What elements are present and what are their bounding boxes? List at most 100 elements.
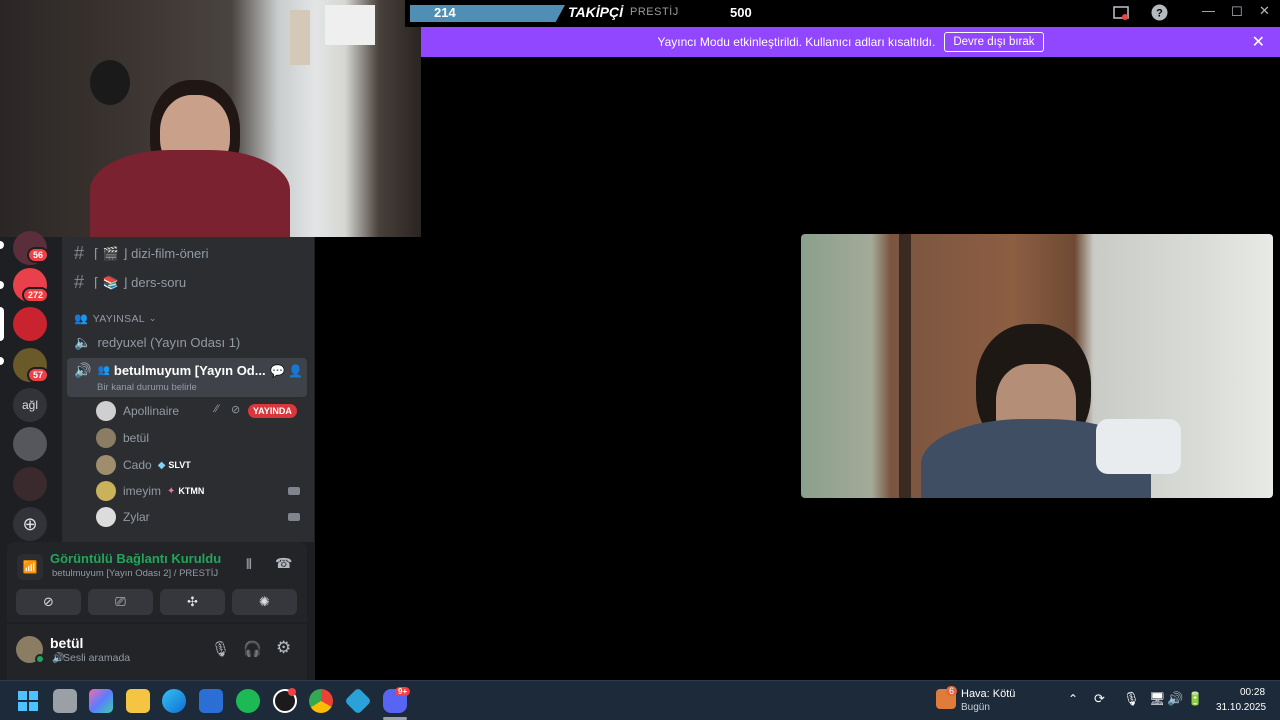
screen: 214 TAKİPÇİ PRESTİJ 500 ? — ☐ ✕ Yayıncı … [0, 0, 1280, 720]
clock-time[interactable]: 00:28 [1240, 687, 1265, 698]
edge-icon[interactable] [162, 689, 186, 713]
channel-label: betulmuyum [Yayın Od... [113, 363, 266, 378]
live-badge: YAYINDA [248, 404, 297, 418]
avatar [96, 507, 116, 527]
user-panel: betül 🔊 Sesli aramada 🎙 🎧 ⚙ [7, 624, 307, 680]
screen-share-icon: ⎚ [115, 594, 126, 609]
close-icon[interactable]: ✕ [1252, 32, 1265, 52]
speaker-icon: 🔊 [74, 362, 92, 378]
guild-tag: KTMN [178, 486, 205, 496]
headphones-icon[interactable]: 🎧 [243, 640, 262, 658]
user-name: betül [123, 431, 150, 445]
window-close-icon[interactable]: ✕ [1259, 3, 1270, 19]
disconnect-icon[interactable]: ☎ [275, 555, 292, 572]
voice-user[interactable]: imeyim ✦ KTMN [96, 480, 204, 502]
channel-list: # ⌈ 🎬 ⌋ dizi-film-öneri # ⌈ 📚 ⌋ ders-sor… [62, 237, 314, 542]
voice-channel-active-row[interactable]: 🔊 👥 betulmuyum [Yayın Od... [74, 362, 266, 379]
plush-toy [90, 60, 130, 105]
camera-icon [288, 513, 300, 521]
weather-sub: Bugün [961, 702, 990, 713]
user-name[interactable]: betül [50, 635, 83, 651]
voice-status[interactable]: Görüntülü Bağlantı Kuruldu [50, 551, 221, 566]
server-icon-3[interactable] [13, 307, 47, 341]
server-icon-5[interactable]: ağl [13, 388, 47, 422]
task-view-icon[interactable] [53, 689, 77, 713]
follower-goal: 500 [730, 5, 752, 20]
guild-tag-icon: ◆ [157, 459, 166, 471]
user-name: Cado [123, 458, 152, 472]
selected-indicator [0, 307, 4, 341]
follower-label: TAKİPÇİ [568, 4, 623, 20]
user-name: Apollinaire [123, 404, 180, 418]
channel-dizi-film-oneri[interactable]: # ⌈ 🎬 ⌋ dizi-film-öneri [74, 243, 208, 264]
online-status-icon [35, 654, 45, 664]
copilot-icon[interactable] [89, 689, 113, 713]
clock-date[interactable]: 31.10.2025 [1216, 702, 1266, 713]
taskbar: 9+ 6 Hava: Kötü Bugün ⌃ ⟳ 🎙 🖥 🔊 🔋 00:28 … [0, 680, 1280, 720]
add-member-icon[interactable]: 👤 [288, 364, 303, 378]
sync-icon[interactable]: ⟳ [1094, 691, 1105, 707]
activities-button[interactable]: ✣ [160, 589, 225, 615]
maximize-icon[interactable]: ☐ [1231, 4, 1243, 20]
network-icon[interactable]: 🖥 [1149, 691, 1166, 707]
microphone-arm [1096, 419, 1181, 474]
volume-icon[interactable]: 🔊 [1167, 691, 1183, 707]
banner-message: Yayıncı Modu etkinleştirildi. Kullanıcı … [657, 35, 936, 49]
voice-user[interactable]: betül [96, 427, 149, 449]
microphone-icon[interactable]: 🎙 [1123, 691, 1140, 707]
unread-indicator [0, 241, 4, 249]
voice-user[interactable]: Apollinaire [96, 400, 179, 422]
hash-icon: # [74, 243, 85, 263]
svg-text:?: ? [1156, 8, 1163, 20]
voice-user[interactable]: Cado ◆ SLVT [96, 454, 191, 476]
inbox-icon[interactable] [1112, 4, 1130, 25]
mic-muted-icon: ⁄⁄ [215, 403, 219, 415]
disable-streamer-mode-button[interactable]: Devre dışı bırak [944, 32, 1044, 52]
camera-off-icon: ⊘ [43, 594, 54, 609]
weather-title[interactable]: Hava: Kötü [961, 688, 1015, 700]
add-server-button[interactable]: ⊕ [13, 507, 47, 541]
signal-icon[interactable]: 📶 [17, 554, 43, 580]
discord-badge: 9+ [395, 687, 411, 696]
door-edge [899, 234, 911, 498]
soundboard-button[interactable]: ✺ [232, 589, 297, 615]
channel-ders-soru[interactable]: # ⌈ 📚 ⌋ ders-soru [74, 272, 186, 293]
category-label: YAYINSAL [92, 312, 145, 325]
avatar [96, 481, 116, 501]
guild-tag-icon: ✦ [167, 485, 176, 497]
chevron-down-icon: ⌄ [148, 313, 157, 323]
category-yayinsal[interactable]: 👥 YAYINSAL ⌄ [74, 312, 157, 326]
file-explorer-icon[interactable] [126, 689, 150, 713]
camera-off-button[interactable]: ⊘ [16, 589, 81, 615]
chevron-up-icon[interactable]: ⌃ [1068, 692, 1078, 706]
voice-channel-1[interactable]: 🔈 redyuxel (Yayın Odası 1) [74, 334, 240, 351]
microphone-icon[interactable]: 🎙 [211, 640, 230, 658]
poster [290, 10, 310, 65]
noise-suppression-icon[interactable]: ⫴ [246, 556, 252, 573]
gear-icon[interactable]: ⚙ [276, 638, 291, 658]
user-name: Zylar [123, 510, 150, 524]
webcam-feed-streamer [0, 0, 421, 237]
battery-icon[interactable]: 🔋 [1187, 691, 1203, 707]
chat-icon[interactable]: 💬 [270, 364, 285, 378]
windows-start-icon[interactable] [16, 689, 40, 713]
server-icon-6[interactable] [13, 427, 47, 461]
minimize-icon[interactable]: — [1202, 3, 1215, 18]
channel-status[interactable]: Bir kanal durumu belirle [97, 382, 197, 393]
screen-share-button[interactable]: ⎚ [88, 589, 153, 615]
people-icon: 👥 [97, 365, 110, 376]
guild-tag: SLVT [168, 460, 191, 470]
plus-icon: ⊕ [22, 513, 38, 534]
chrome-icon[interactable] [309, 689, 333, 713]
unread-indicator [0, 281, 4, 289]
voice-channel-path[interactable]: betulmuyum [Yayın Odası 2] / PRESTİJ [52, 568, 218, 579]
channel-label: ⌈ 🎬 ⌋ dizi-film-öneri [94, 245, 209, 261]
help-icon[interactable]: ? [1151, 4, 1168, 24]
channel-label: redyuxel (Yayın Odası 1) [97, 335, 241, 350]
voice-user[interactable]: Zylar [96, 506, 150, 528]
spotify-icon[interactable] [236, 689, 260, 713]
store-icon[interactable] [199, 689, 223, 713]
server-icon-7[interactable] [13, 467, 47, 501]
app-icon[interactable] [344, 687, 372, 715]
streamer-mode-banner: Yayıncı Modu etkinleştirildi. Kullanıcı … [421, 27, 1280, 57]
